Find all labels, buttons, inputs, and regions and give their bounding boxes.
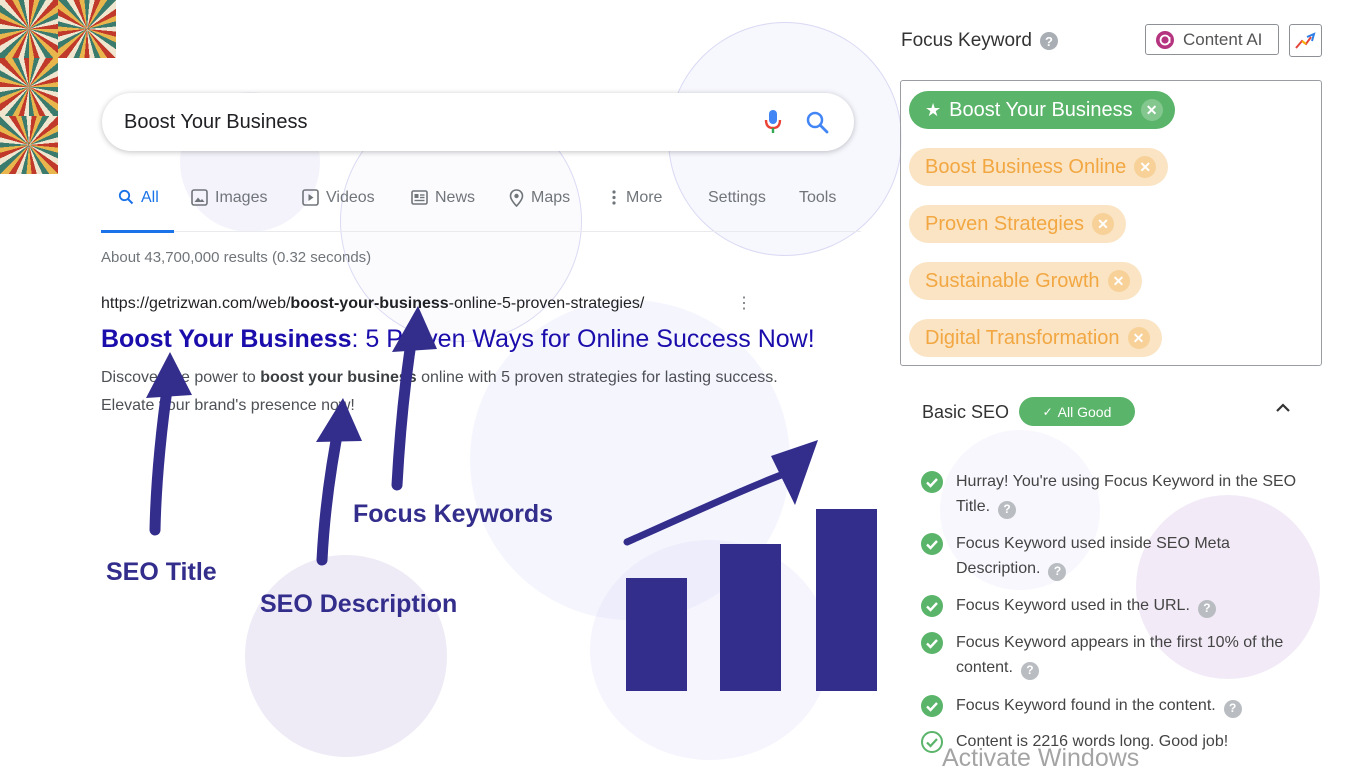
help-icon[interactable]: ? [1048,562,1067,581]
help-icon[interactable]: ? [1197,599,1216,618]
seo-description-annotation: SEO Description [260,590,458,618]
trend-icon [1294,31,1316,49]
seo-check-item: Focus Keyword used inside SEO Meta Descr… [920,531,1300,581]
check-circle-icon [921,695,943,717]
seo-check-item: Focus Keyword used in the URL.? [920,593,1300,618]
check-circle-icon [921,632,943,654]
chevron-up-icon[interactable] [1273,398,1293,423]
help-icon[interactable]: ? [998,500,1017,519]
seo-check-item: Focus Keyword found in the content.? [920,693,1300,718]
help-icon[interactable]: ? [1223,699,1242,718]
remove-keyword-icon[interactable]: ✕ [1091,213,1114,235]
status-badge: ✓ All Good [1019,397,1135,426]
focus-keyword-title: Focus Keyword ? [901,30,1058,52]
growth-bar [626,578,687,691]
check-icon: ✓ [1042,404,1053,419]
remove-keyword-icon[interactable]: ✕ [1127,327,1150,349]
help-icon[interactable]: ? [1020,661,1039,680]
seo-check-item: Hurray! You're using Focus Keyword in th… [920,469,1300,519]
content-ai-button[interactable]: Content AI [1145,24,1279,55]
growth-bar [816,509,877,691]
seo-check-item: Focus Keyword appears in the first 10% o… [920,630,1300,680]
focus-keyword-box[interactable]: ★ Boost Your Business ✕ Boost Business O… [900,80,1322,366]
keyword-chip-primary[interactable]: ★ Boost Your Business ✕ [909,91,1175,129]
keyword-chip[interactable]: Digital Transformation ✕ [909,319,1162,357]
trends-button[interactable] [1289,24,1322,57]
growth-chart-illustration [623,440,877,691]
star-icon: ★ [925,99,942,120]
check-circle-outline-icon [921,731,943,753]
check-circle-icon [921,533,943,555]
seo-title-annotation: SEO Title [106,558,217,586]
keyword-chip[interactable]: Boost Business Online ✕ [909,148,1169,186]
remove-keyword-icon[interactable]: ✕ [1134,156,1157,178]
help-icon[interactable]: ? [1039,32,1058,50]
remove-keyword-icon[interactable]: ✕ [1140,99,1163,121]
windows-activation-watermark: Activate Windows [942,744,1140,772]
content-ai-icon [1156,30,1174,49]
remove-keyword-icon[interactable]: ✕ [1107,270,1130,292]
keyword-chip[interactable]: Sustainable Growth ✕ [909,262,1142,300]
check-circle-icon [921,595,943,617]
growth-bar [720,544,781,691]
keyword-chip[interactable]: Proven Strategies ✕ [909,205,1126,243]
focus-keywords-annotation: Focus Keywords [353,500,554,528]
basic-seo-heading[interactable]: Basic SEO [922,402,1009,423]
check-circle-icon [921,471,943,493]
